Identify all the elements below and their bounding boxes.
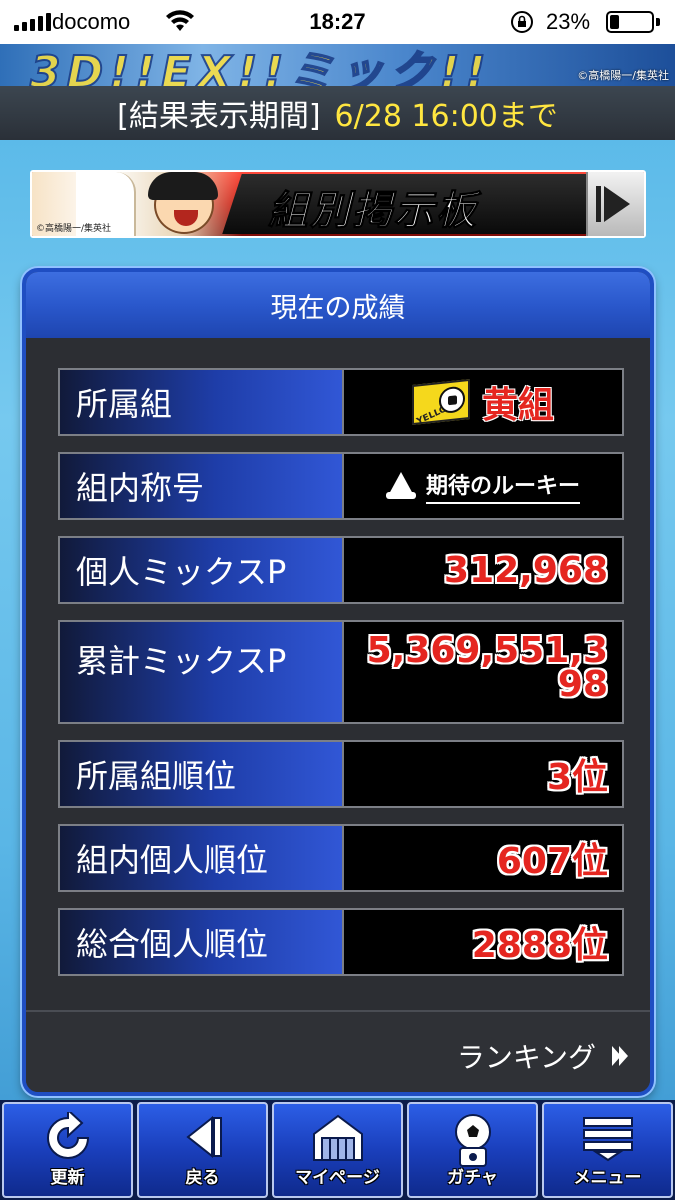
character-illustration: ©高橋陽一/集英社 [32, 172, 242, 236]
refresh-button[interactable]: 更新 [2, 1102, 133, 1198]
row-total-mix-points: 累計ミックスP 5,369,551,398 [58, 620, 624, 724]
panel-footer: ランキング [26, 1010, 650, 1092]
result-period-bar: [結果表示期間] 6/28 16:00まで [0, 86, 675, 140]
play-arrow-icon [604, 186, 630, 222]
home-icon [312, 1114, 363, 1161]
battery-percent: 23% [546, 9, 591, 34]
current-results-panel: 現在の成績 所属組 YELLOW 黄組 組内称号 期待のルーキー 個人ミックスP [22, 268, 654, 1096]
yellow-team-flag-icon: YELLOW [411, 378, 470, 427]
row-label: 所属組 [60, 370, 344, 434]
battery-level [610, 15, 619, 29]
overall-personal-rank: 2888位 [471, 925, 608, 966]
soccer-ball-icon [438, 385, 465, 415]
group-title-value: 期待のルーキー [425, 468, 580, 504]
team-name: 黄組 [481, 385, 554, 426]
battery-icon [606, 11, 654, 33]
row-value: 3位 [344, 742, 622, 806]
board-banner-title: 組別掲示板 [268, 188, 478, 235]
row-label: 組内称号 [60, 454, 344, 518]
gacha-icon [454, 1114, 491, 1167]
status-bar: docomo 18:27 23% [0, 0, 675, 44]
row-team: 所属組 YELLOW 黄組 [58, 368, 624, 436]
row-overall-rank: 総合個人順位 2888位 [58, 908, 624, 976]
row-value: 期待のルーキー [344, 454, 622, 518]
board-open-button[interactable] [586, 172, 644, 236]
menu-button[interactable]: メニュー [542, 1102, 673, 1198]
total-mix-points: 5,369,551,398 [366, 630, 608, 705]
bottom-navigation: 更新 戻る マイページ ガチャ メニュー [0, 1100, 675, 1200]
in-team-personal-rank: 607位 [496, 841, 608, 882]
double-chevron-right-icon [612, 1042, 630, 1070]
team-rank: 3位 [546, 757, 608, 798]
ranking-link[interactable]: ランキング [457, 1036, 630, 1076]
results-table: 所属組 YELLOW 黄組 組内称号 期待のルーキー 個人ミックスP 312,9… [26, 338, 650, 1010]
row-label: 総合個人順位 [60, 910, 344, 974]
row-label: 個人ミックスP [60, 538, 344, 602]
row-in-team-rank: 組内個人順位 607位 [58, 824, 624, 892]
ranking-link-label: ランキング [456, 1041, 596, 1074]
row-label: 組内個人順位 [60, 826, 344, 890]
panel-header: 現在の成績 [26, 272, 650, 338]
event-banner-art: 3D!!EX!!ミック!! [29, 46, 492, 86]
result-period-label: [結果表示期間] [117, 99, 321, 134]
result-period-value: 6/28 16:00まで [334, 99, 558, 134]
refresh-icon [46, 1112, 89, 1159]
row-group-title: 組内称号 期待のルーキー [58, 452, 624, 520]
group-board-banner[interactable]: ©高橋陽一/集英社 組別掲示板 [30, 170, 646, 238]
personal-mix-points: 312,968 [444, 549, 608, 591]
battery-tip [656, 18, 660, 26]
row-value: 312,968 [344, 538, 622, 602]
board-copyright: ©高橋陽一/集英社 [36, 224, 112, 234]
menu-icon [582, 1117, 633, 1162]
panel-title: 現在の成績 [270, 292, 406, 324]
row-team-rank: 所属組順位 3位 [58, 740, 624, 808]
rookie-badge-icon [385, 472, 416, 500]
row-value: 5,369,551,398 [344, 622, 622, 722]
back-button[interactable]: 戻る [137, 1102, 268, 1198]
row-label: 累計ミックスP [60, 622, 344, 722]
row-value: 607位 [344, 826, 622, 890]
gacha-button[interactable]: ガチャ [407, 1102, 538, 1198]
back-arrow-icon [185, 1115, 222, 1159]
banner-copyright: ©高橋陽一/集英社 [577, 69, 669, 82]
rotation-lock-icon [511, 11, 533, 33]
row-label: 所属組順位 [60, 742, 344, 806]
event-banner[interactable]: 3D!!EX!!ミック!! ©高橋陽一/集英社 [0, 44, 675, 86]
row-value: 2888位 [344, 910, 622, 974]
row-value: YELLOW 黄組 [344, 370, 622, 434]
row-personal-mix-points: 個人ミックスP 312,968 [58, 536, 624, 604]
mypage-button[interactable]: マイページ [272, 1102, 403, 1198]
